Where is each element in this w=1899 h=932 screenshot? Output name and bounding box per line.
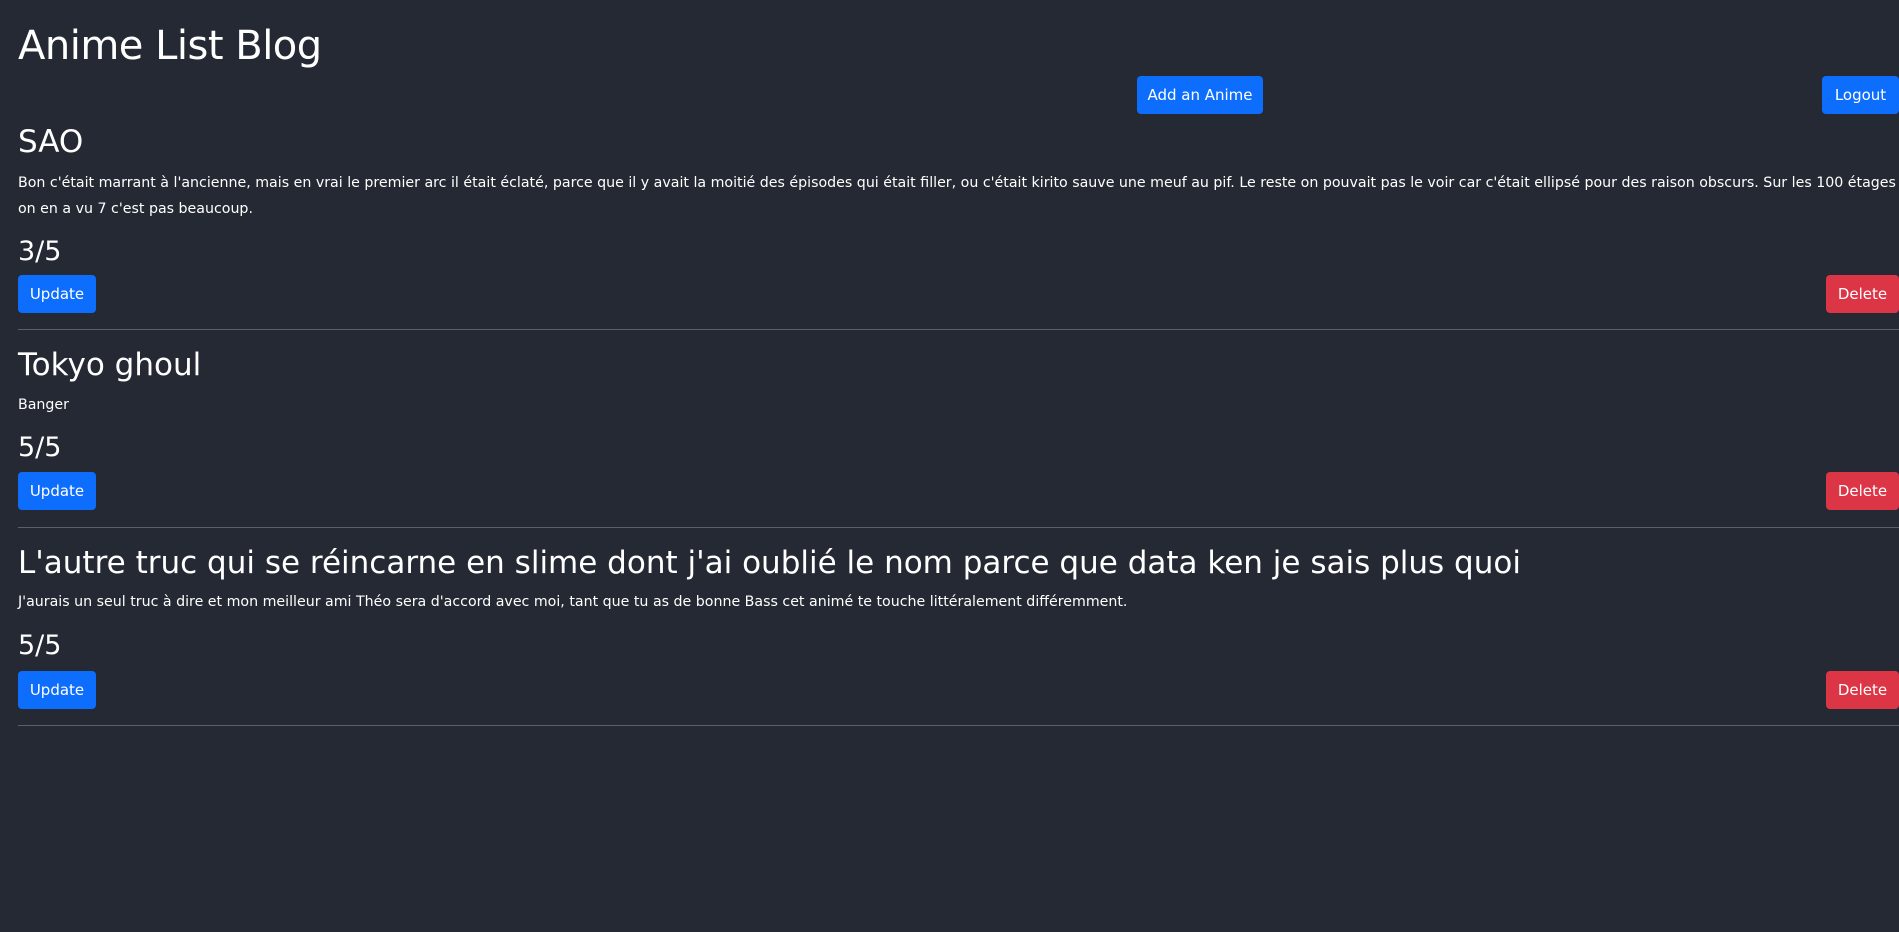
- anime-entry: SAO Bon c'était marrant à l'ancienne, ma…: [18, 122, 1899, 330]
- anime-review: J'aurais un seul truc à dire et mon meil…: [18, 594, 1128, 610]
- anime-title: Tokyo ghoul: [18, 347, 202, 383]
- anime-title: SAO: [18, 124, 84, 160]
- anime-entry: Tokyo ghoul Banger 5/5 Update Delete: [18, 345, 1899, 529]
- update-button[interactable]: Update: [18, 671, 96, 709]
- delete-button[interactable]: Delete: [1826, 472, 1899, 510]
- entry-divider: [18, 329, 1899, 330]
- anime-review: Banger: [18, 397, 69, 413]
- delete-button[interactable]: Delete: [1826, 671, 1899, 709]
- anime-review: Bon c'était marrant à l'ancienne, mais e…: [18, 175, 1896, 217]
- anime-entry: L'autre truc qui se réincarne en slime d…: [18, 543, 1899, 727]
- page-title: Anime List Blog: [18, 23, 322, 69]
- anime-rating: 3/5: [18, 236, 62, 267]
- update-button[interactable]: Update: [18, 275, 96, 313]
- update-button[interactable]: Update: [18, 472, 96, 510]
- delete-button[interactable]: Delete: [1826, 275, 1899, 313]
- add-anime-button[interactable]: Add an Anime: [1137, 76, 1263, 114]
- entry-divider: [18, 725, 1899, 726]
- anime-title: L'autre truc qui se réincarne en slime d…: [18, 545, 1521, 581]
- page: Anime List Blog Add an Anime Logout SAO …: [0, 0, 1899, 932]
- entry-divider: [18, 527, 1899, 528]
- anime-rating: 5/5: [18, 432, 62, 463]
- anime-rating: 5/5: [18, 630, 62, 661]
- logout-button[interactable]: Logout: [1822, 76, 1899, 114]
